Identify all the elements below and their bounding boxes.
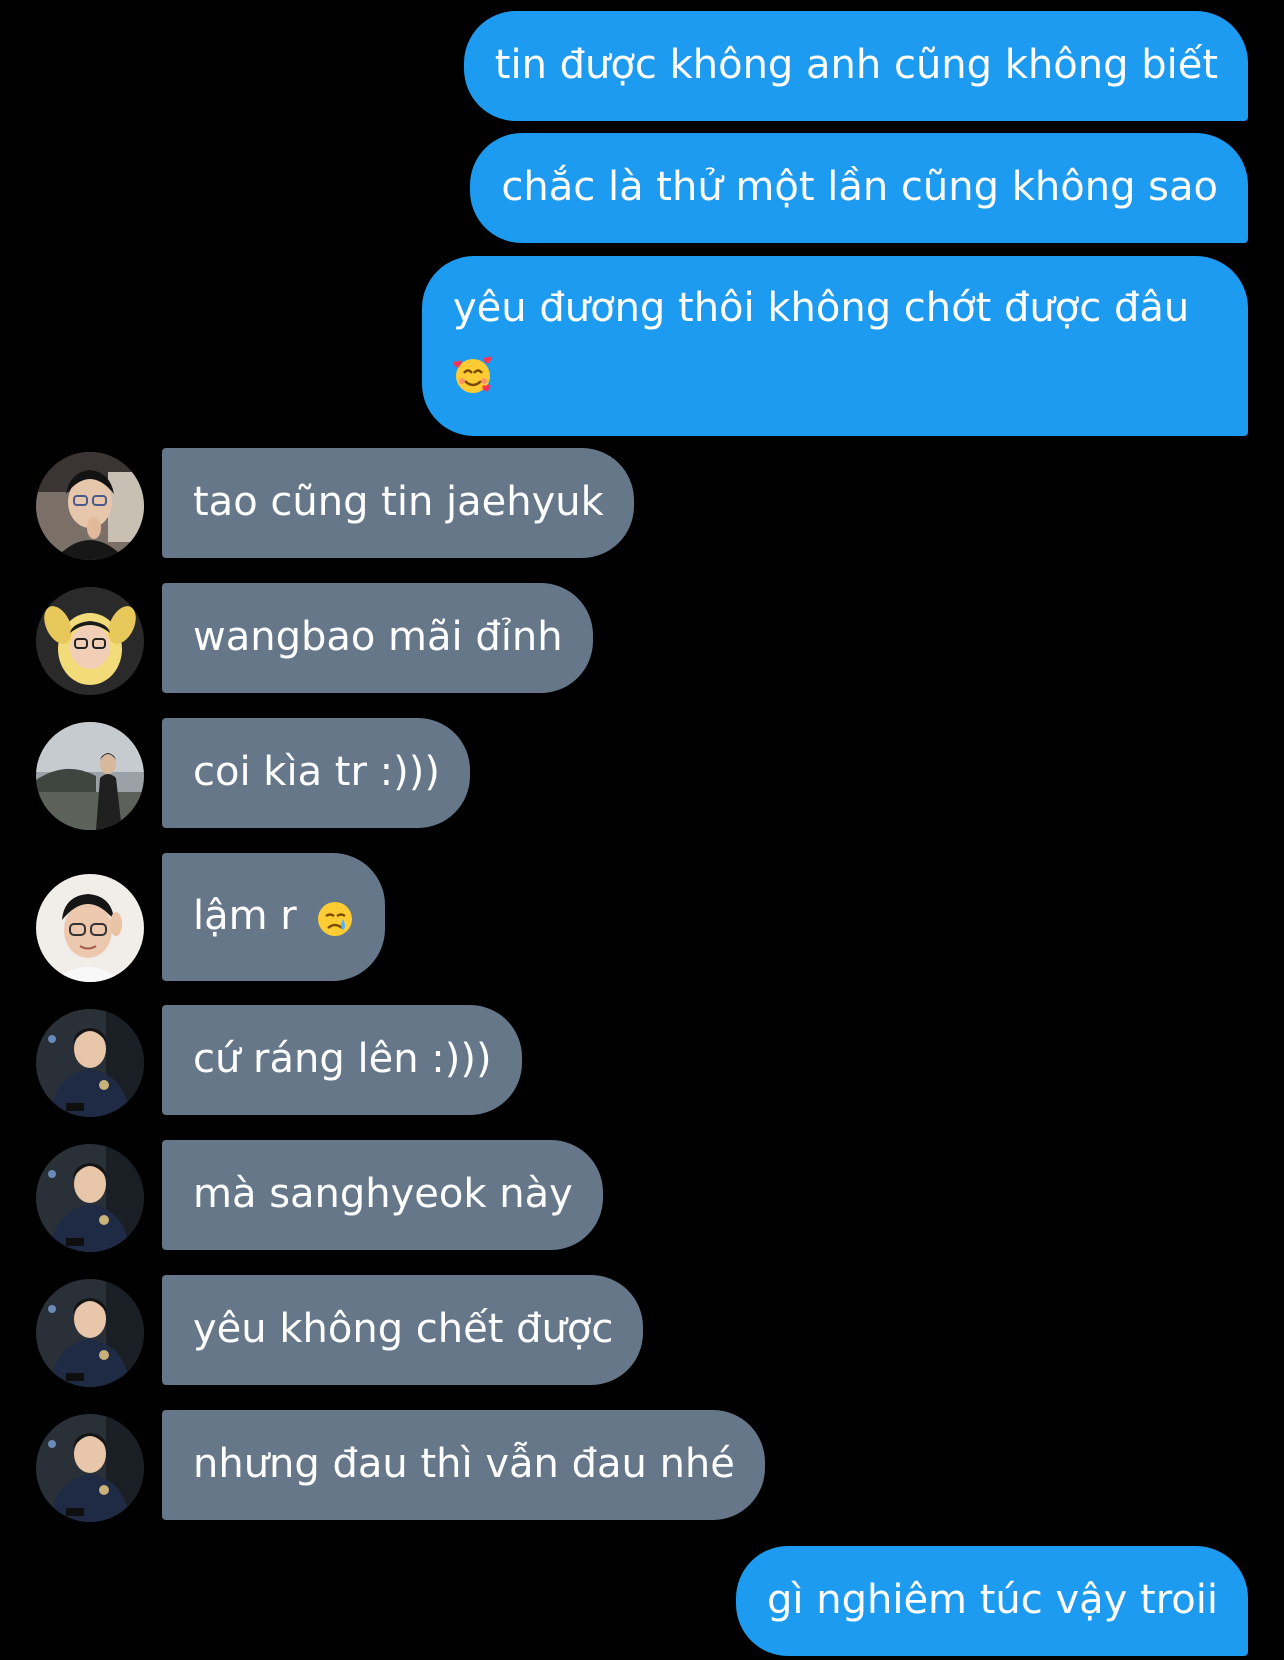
avatar[interactable]	[36, 1009, 144, 1117]
message-text: yêu đương thôi không chớt được đâu	[453, 285, 1190, 331]
avatar[interactable]	[36, 452, 144, 560]
received-message-bubble[interactable]: wangbao mãi đỉnh	[162, 583, 593, 693]
avatar[interactable]	[36, 1144, 144, 1252]
message-text: mà sanghyeok này	[193, 1171, 573, 1217]
message-text: cứ ráng lên :)))	[193, 1036, 492, 1082]
sent-message-bubble[interactable]: yêu đương thôi không chớt được đâu	[422, 256, 1248, 436]
message-text: gì nghiêm túc vậy troii	[767, 1577, 1218, 1623]
received-message-bubble[interactable]: lậm r	[162, 853, 386, 981]
avatar[interactable]	[36, 1414, 144, 1522]
message-text: wangbao mãi đỉnh	[193, 614, 563, 660]
received-message-bubble[interactable]: mà sanghyeok này	[162, 1140, 603, 1250]
sent-message-bubble[interactable]: tin được không anh cũng không biết	[463, 11, 1248, 121]
avatar[interactable]	[36, 722, 144, 830]
received-message-bubble[interactable]: tao cũng tin jaehyuk	[162, 448, 634, 558]
avatar[interactable]	[36, 874, 144, 982]
crying-face-icon	[315, 894, 355, 936]
message-text: chắc là thử một lần cũng không sao	[501, 164, 1218, 210]
received-message-bubble[interactable]: coi kìa tr :)))	[162, 718, 470, 828]
sent-message-bubble[interactable]: gì nghiêm túc vậy troii	[736, 1546, 1248, 1656]
smiling-face-with-hearts-icon	[453, 350, 493, 393]
received-message-bubble[interactable]: nhưng đau thì vẫn đau nhé	[162, 1410, 765, 1520]
received-message-bubble[interactable]: cứ ráng lên :)))	[162, 1005, 522, 1115]
message-text: tao cũng tin jaehyuk	[193, 479, 604, 525]
message-text: yêu không chết được	[193, 1306, 614, 1352]
message-text: coi kìa tr :)))	[193, 749, 440, 795]
avatar[interactable]	[36, 587, 144, 695]
message-text: tin được không anh cũng không biết	[494, 42, 1218, 88]
received-message-bubble[interactable]: yêu không chết được	[162, 1275, 644, 1385]
avatar[interactable]	[36, 1279, 144, 1387]
message-text: nhưng đau thì vẫn đau nhé	[193, 1441, 735, 1487]
sent-message-bubble[interactable]: chắc là thử một lần cũng không sao	[470, 133, 1248, 243]
message-text: lậm r	[193, 893, 297, 939]
